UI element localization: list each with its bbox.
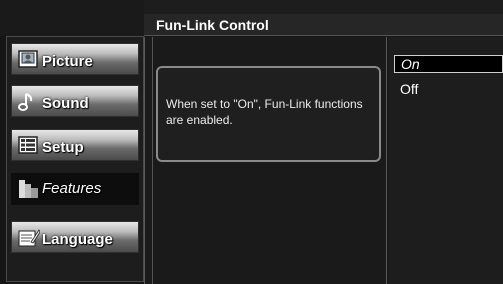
option-label: On (401, 56, 420, 72)
main-menu: Picture Sound Setup Features Language (6, 36, 144, 282)
option-off[interactable]: Off (394, 80, 503, 98)
top-left-corner (0, 0, 144, 36)
panel-divider (152, 37, 153, 284)
menu-item-label: Language (42, 231, 113, 248)
setup-icon (18, 136, 40, 156)
picture-icon (18, 50, 40, 70)
menu-item-language[interactable]: Language (11, 221, 139, 253)
language-icon (18, 228, 41, 248)
menu-item-picture[interactable]: Picture (11, 43, 139, 75)
page-title-text: Fun-Link Control (156, 16, 269, 33)
features-icon (18, 179, 40, 199)
osd-screen: Fun-Link Control Picture Sound Setup Fea… (0, 0, 503, 284)
menu-item-label: Picture (42, 53, 93, 70)
menu-item-label: Setup (42, 139, 84, 156)
menu-item-features[interactable]: Features (11, 173, 139, 205)
info-text: When set to "On", Fun-Link functions are… (166, 97, 363, 127)
options-list: On Off (388, 37, 503, 284)
sound-icon (18, 92, 40, 112)
option-on[interactable]: On (394, 55, 503, 73)
option-label: Off (400, 81, 419, 97)
top-strip (144, 0, 503, 14)
menu-item-label: Sound (42, 95, 89, 112)
menu-item-label: Features (42, 180, 102, 197)
info-box: When set to "On", Fun-Link functions are… (156, 66, 381, 162)
menu-item-sound[interactable]: Sound (11, 85, 139, 117)
menu-item-setup[interactable]: Setup (11, 129, 139, 161)
page-title: Fun-Link Control (144, 14, 503, 36)
